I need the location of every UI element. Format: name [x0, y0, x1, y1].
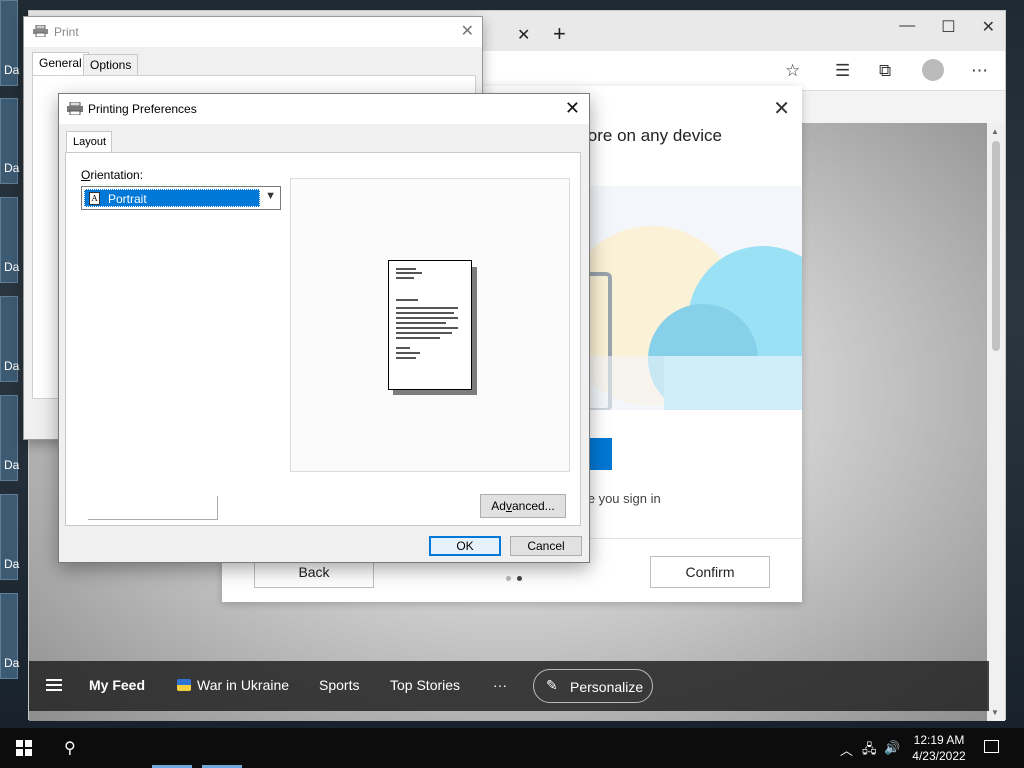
advanced-button[interactable]: Advanced...	[480, 494, 566, 518]
tab-layout[interactable]: Layout	[66, 131, 112, 153]
ok-button[interactable]: OK	[429, 536, 501, 556]
minimize-icon[interactable]: —	[899, 17, 915, 37]
feed-bar: My Feed War in Ukraine Sports Top Storie…	[29, 661, 989, 711]
cloud-illustration	[572, 186, 802, 410]
clock-time: 12:19 AM	[913, 733, 965, 747]
printer-icon	[67, 102, 83, 115]
taskbar: ⚲ ︿ 🖧 🔊 12:19 AM 4/23/2022	[0, 728, 1024, 768]
scroll-up-icon[interactable]: ▲	[991, 127, 999, 136]
feed-more-icon[interactable]: ···	[493, 677, 507, 693]
tab-close-icon[interactable]: ✕	[517, 25, 530, 45]
page-preview	[290, 178, 570, 472]
confirm-button[interactable]: Confirm	[650, 556, 770, 588]
close-icon[interactable]: ✕	[565, 98, 580, 119]
chevron-down-icon[interactable]: ▼	[265, 190, 276, 202]
window-controls: — ☐ ✕	[899, 17, 995, 37]
clock-date: 4/23/2022	[912, 749, 966, 763]
portrait-icon: A	[89, 192, 100, 205]
printer-icon	[33, 25, 48, 37]
desktop-icon[interactable]: Da	[0, 98, 19, 184]
pencil-icon: ✎	[546, 677, 558, 693]
volume-icon[interactable]: 🔊	[884, 740, 900, 756]
ukraine-flag-icon	[177, 679, 191, 691]
prefs-titlebar: Printing Preferences ✕	[59, 94, 589, 124]
more-icon[interactable]: ⋯	[971, 61, 988, 81]
desktop-icon[interactable]: Da	[0, 494, 19, 580]
prefs-title: Printing Preferences	[88, 102, 197, 116]
desktop-icon[interactable]: Da	[0, 593, 19, 679]
feed-top-stories[interactable]: Top Stories	[390, 677, 460, 693]
orientation-label: Orientation:	[81, 168, 144, 182]
desktop-icon[interactable]: Da	[0, 0, 19, 86]
close-icon[interactable]: ✕	[461, 21, 474, 41]
network-icon[interactable]: 🖧	[862, 740, 877, 762]
feed-war-in-ukraine[interactable]: War in Ukraine	[177, 677, 289, 693]
windows-start-icon[interactable]	[16, 740, 32, 756]
desktop-icon[interactable]: Da	[0, 197, 19, 283]
blank-control	[88, 496, 218, 520]
scroll-thumb[interactable]	[992, 141, 1000, 351]
close-icon[interactable]: ✕	[773, 96, 790, 121]
scroll-down-icon[interactable]: ▼	[991, 708, 999, 717]
cancel-button[interactable]: Cancel	[510, 536, 582, 556]
clock[interactable]: 12:19 AM 4/23/2022	[906, 732, 972, 764]
favorites-icon[interactable]: ☰	[835, 61, 850, 81]
tray-chevron-icon[interactable]: ︿	[840, 740, 853, 759]
hamburger-icon[interactable]	[46, 679, 62, 691]
print-title: Print	[54, 25, 79, 39]
desktop-icon[interactable]: Da	[0, 395, 19, 481]
new-tab-icon[interactable]: +	[553, 21, 566, 47]
close-window-icon[interactable]: ✕	[982, 17, 995, 37]
page-thumbnail	[388, 260, 472, 390]
notification-icon[interactable]	[984, 740, 999, 753]
selected-option: A Portrait	[84, 189, 260, 207]
printing-preferences-dialog: Printing Preferences ✕ Layout Orientatio…	[58, 93, 590, 563]
search-icon[interactable]: ⚲	[64, 738, 76, 758]
print-titlebar: Print ✕	[24, 17, 482, 47]
orientation-select[interactable]: A Portrait ▼	[81, 186, 281, 210]
maximize-icon[interactable]: ☐	[941, 17, 955, 37]
tab-general[interactable]: General	[32, 52, 89, 76]
page-dots	[506, 570, 528, 584]
feed-my-feed[interactable]: My Feed	[89, 677, 145, 693]
personalize-button[interactable]: ✎ Personalize	[533, 669, 653, 703]
profile-avatar[interactable]	[922, 59, 944, 81]
add-favorite-icon[interactable]: ☆	[785, 61, 800, 81]
scrollbar[interactable]: ▲ ▼	[987, 123, 1005, 721]
feed-sports[interactable]: Sports	[319, 677, 359, 693]
tab-options[interactable]: Options	[83, 54, 139, 76]
desktop-icon[interactable]: Da	[0, 296, 19, 382]
collections-icon[interactable]: ⧉	[879, 61, 891, 81]
layout-panel: Orientation: A Portrait ▼ Advanced...	[65, 152, 581, 526]
